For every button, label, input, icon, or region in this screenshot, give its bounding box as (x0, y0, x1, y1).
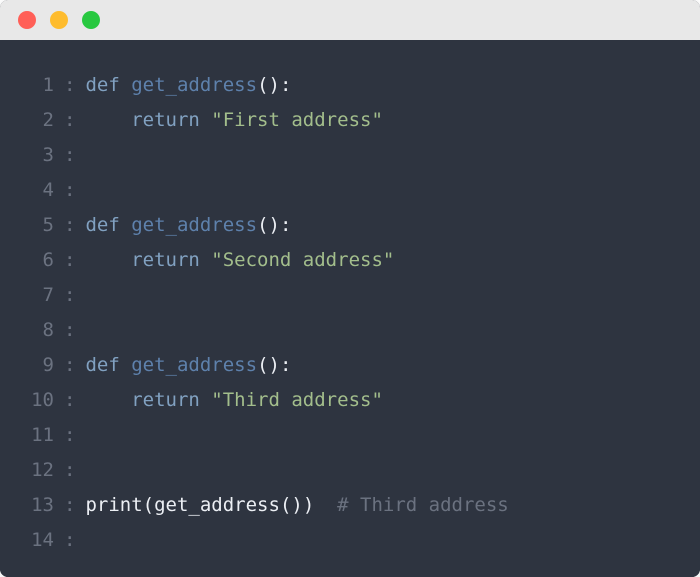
gutter-separator: : (54, 313, 85, 348)
minimize-icon[interactable] (50, 11, 68, 29)
line-number: 8 (24, 313, 54, 348)
code-line: 4: (24, 173, 676, 208)
line-number: 5 (24, 208, 54, 243)
code-content: print(get_address()) # Third address (85, 488, 508, 523)
code-line: 2: return "First address" (24, 103, 676, 138)
code-content: def get_address(): (85, 68, 291, 103)
line-number: 10 (24, 383, 54, 418)
code-line: 10: return "Third address" (24, 383, 676, 418)
gutter-separator: : (54, 138, 85, 173)
code-line: 8: (24, 313, 676, 348)
line-number: 14 (24, 523, 54, 558)
gutter-separator: : (54, 418, 85, 453)
line-number: 13 (24, 488, 54, 523)
code-window: 1:def get_address():2: return "First add… (0, 0, 700, 577)
code-line: 9:def get_address(): (24, 348, 676, 383)
line-number: 7 (24, 278, 54, 313)
line-number: 4 (24, 173, 54, 208)
code-line: 13:print(get_address()) # Third address (24, 488, 676, 523)
line-number: 6 (24, 243, 54, 278)
code-line: 6: return "Second address" (24, 243, 676, 278)
code-content: return "Third address" (85, 383, 382, 418)
code-line: 1:def get_address(): (24, 68, 676, 103)
line-number: 12 (24, 453, 54, 488)
line-number: 11 (24, 418, 54, 453)
line-number: 2 (24, 103, 54, 138)
code-line: 11: (24, 418, 676, 453)
code-line: 14: (24, 523, 676, 558)
gutter-separator: : (54, 173, 85, 208)
gutter-separator: : (54, 68, 85, 103)
code-line: 3: (24, 138, 676, 173)
code-content: def get_address(): (85, 208, 291, 243)
code-line: 7: (24, 278, 676, 313)
code-content: return "First address" (85, 103, 382, 138)
titlebar (0, 0, 700, 40)
code-editor[interactable]: 1:def get_address():2: return "First add… (0, 40, 700, 577)
maximize-icon[interactable] (82, 11, 100, 29)
gutter-separator: : (54, 103, 85, 138)
gutter-separator: : (54, 453, 85, 488)
code-content: def get_address(): (85, 348, 291, 383)
code-content: return "Second address" (85, 243, 394, 278)
gutter-separator: : (54, 488, 85, 523)
line-number: 3 (24, 138, 54, 173)
gutter-separator: : (54, 208, 85, 243)
line-number: 1 (24, 68, 54, 103)
gutter-separator: : (54, 348, 85, 383)
gutter-separator: : (54, 383, 85, 418)
code-line: 5:def get_address(): (24, 208, 676, 243)
gutter-separator: : (54, 243, 85, 278)
line-number: 9 (24, 348, 54, 383)
gutter-separator: : (54, 523, 85, 558)
gutter-separator: : (54, 278, 85, 313)
close-icon[interactable] (18, 11, 36, 29)
code-line: 12: (24, 453, 676, 488)
